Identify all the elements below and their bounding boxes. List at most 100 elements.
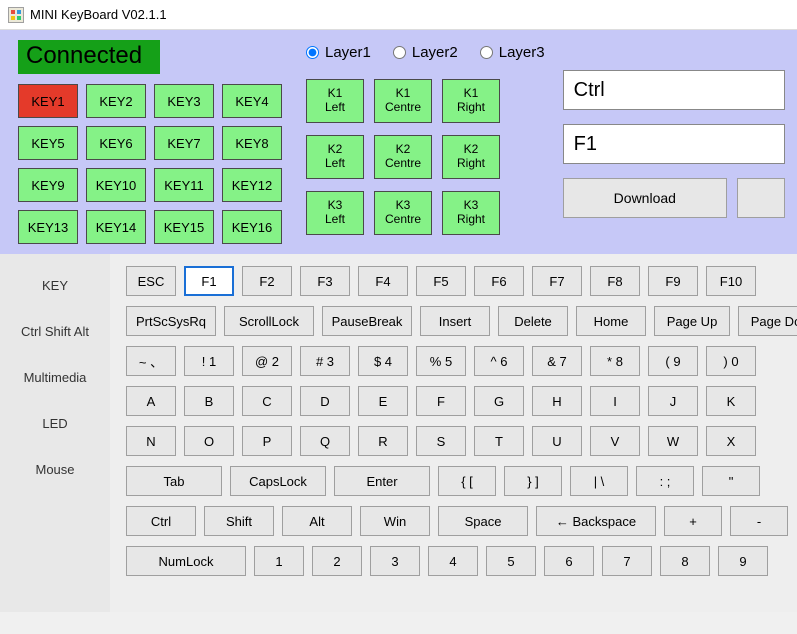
vk-8[interactable]: * 8 [590, 346, 640, 376]
vk-rbracket[interactable]: } ] [504, 466, 562, 496]
vk-f4[interactable]: F4 [358, 266, 408, 296]
tab-multimedia[interactable]: Multimedia [0, 354, 110, 400]
vk-r[interactable]: R [358, 426, 408, 456]
vk-pipe[interactable]: | \ [570, 466, 628, 496]
key-button-12[interactable]: KEY12 [222, 168, 282, 202]
vk-9[interactable]: ( 9 [648, 346, 698, 376]
vk-num2[interactable]: 2 [312, 546, 362, 576]
vk-5[interactable]: % 5 [416, 346, 466, 376]
vk-pageup[interactable]: Page Up [654, 306, 730, 336]
vk-b[interactable]: B [184, 386, 234, 416]
k2-centre-button[interactable]: K2Centre [374, 135, 432, 179]
k3-centre-button[interactable]: K3Centre [374, 191, 432, 235]
key-button-6[interactable]: KEY6 [86, 126, 146, 160]
tab-key[interactable]: KEY [0, 262, 110, 308]
vk-enter[interactable]: Enter [334, 466, 430, 496]
tab-mouse[interactable]: Mouse [0, 446, 110, 492]
vk-delete[interactable]: Delete [498, 306, 568, 336]
k3-left-button[interactable]: K3Left [306, 191, 364, 235]
vk-s[interactable]: S [416, 426, 466, 456]
vk-3[interactable]: # 3 [300, 346, 350, 376]
vk-shift[interactable]: Shift [204, 506, 274, 536]
vk-o[interactable]: O [184, 426, 234, 456]
download-button[interactable]: Download [563, 178, 727, 218]
vk-insert[interactable]: Insert [420, 306, 490, 336]
vk-scrolllock[interactable]: ScrollLock [224, 306, 314, 336]
vk-num3[interactable]: 3 [370, 546, 420, 576]
key-field[interactable]: F1 [563, 124, 785, 164]
vk-alt[interactable]: Alt [282, 506, 352, 536]
vk-7[interactable]: & 7 [532, 346, 582, 376]
vk-colon[interactable]: : ; [636, 466, 694, 496]
vk-f[interactable]: F [416, 386, 466, 416]
k3-right-button[interactable]: K3Right [442, 191, 500, 235]
vk-f2[interactable]: F2 [242, 266, 292, 296]
vk-num9[interactable]: 9 [718, 546, 768, 576]
vk-ctrl[interactable]: Ctrl [126, 506, 196, 536]
vk-f8[interactable]: F8 [590, 266, 640, 296]
vk-e[interactable]: E [358, 386, 408, 416]
vk-f10[interactable]: F10 [706, 266, 756, 296]
vk-tilde[interactable]: ~ 、 [126, 346, 176, 376]
layer1-radio[interactable]: Layer1 [306, 44, 371, 61]
layer2-radio[interactable]: Layer2 [393, 44, 458, 61]
vk-4[interactable]: $ 4 [358, 346, 408, 376]
vk-lbracket[interactable]: { [ [438, 466, 496, 496]
vk-space[interactable]: Space [438, 506, 528, 536]
layer3-radio[interactable]: Layer3 [480, 44, 545, 61]
vk-0[interactable]: ) 0 [706, 346, 756, 376]
vk-num8[interactable]: 8 [660, 546, 710, 576]
layer2-radio-input[interactable] [393, 46, 406, 59]
vk-w[interactable]: W [648, 426, 698, 456]
vk-numlock[interactable]: NumLock [126, 546, 246, 576]
vk-f7[interactable]: F7 [532, 266, 582, 296]
vk-f5[interactable]: F5 [416, 266, 466, 296]
vk-h[interactable]: H [532, 386, 582, 416]
vk-quote[interactable]: " [702, 466, 760, 496]
key-button-3[interactable]: KEY3 [154, 84, 214, 118]
vk-1[interactable]: ! 1 [184, 346, 234, 376]
tab-ctrlshiftalt[interactable]: Ctrl Shift Alt [0, 308, 110, 354]
vk-esc[interactable]: ESC [126, 266, 176, 296]
key-button-16[interactable]: KEY16 [222, 210, 282, 244]
key-button-10[interactable]: KEY10 [86, 168, 146, 202]
key-button-5[interactable]: KEY5 [18, 126, 78, 160]
vk-plus[interactable]: + [664, 506, 722, 536]
vk-a[interactable]: A [126, 386, 176, 416]
key-button-15[interactable]: KEY15 [154, 210, 214, 244]
key-button-1[interactable]: KEY1 [18, 84, 78, 118]
vk-d[interactable]: D [300, 386, 350, 416]
vk-q[interactable]: Q [300, 426, 350, 456]
vk-k[interactable]: K [706, 386, 756, 416]
vk-backspace[interactable]: ← Backspace [536, 506, 656, 536]
vk-c[interactable]: C [242, 386, 292, 416]
vk-tab[interactable]: Tab [126, 466, 222, 496]
vk-u[interactable]: U [532, 426, 582, 456]
vk-num4[interactable]: 4 [428, 546, 478, 576]
secondary-button[interactable] [737, 178, 785, 218]
k2-left-button[interactable]: K2Left [306, 135, 364, 179]
vk-num1[interactable]: 1 [254, 546, 304, 576]
vk-f3[interactable]: F3 [300, 266, 350, 296]
vk-x[interactable]: X [706, 426, 756, 456]
key-button-13[interactable]: KEY13 [18, 210, 78, 244]
vk-num7[interactable]: 7 [602, 546, 652, 576]
vk-n[interactable]: N [126, 426, 176, 456]
k2-right-button[interactable]: K2Right [442, 135, 500, 179]
vk-2[interactable]: @ 2 [242, 346, 292, 376]
layer3-radio-input[interactable] [480, 46, 493, 59]
key-button-2[interactable]: KEY2 [86, 84, 146, 118]
vk-f9[interactable]: F9 [648, 266, 698, 296]
vk-p[interactable]: P [242, 426, 292, 456]
vk-prtsc[interactable]: PrtScSysRq [126, 306, 216, 336]
k1-left-button[interactable]: K1Left [306, 79, 364, 123]
vk-j[interactable]: J [648, 386, 698, 416]
vk-g[interactable]: G [474, 386, 524, 416]
layer1-radio-input[interactable] [306, 46, 319, 59]
key-button-14[interactable]: KEY14 [86, 210, 146, 244]
vk-win[interactable]: Win [360, 506, 430, 536]
key-button-4[interactable]: KEY4 [222, 84, 282, 118]
vk-num5[interactable]: 5 [486, 546, 536, 576]
vk-t[interactable]: T [474, 426, 524, 456]
vk-i[interactable]: I [590, 386, 640, 416]
